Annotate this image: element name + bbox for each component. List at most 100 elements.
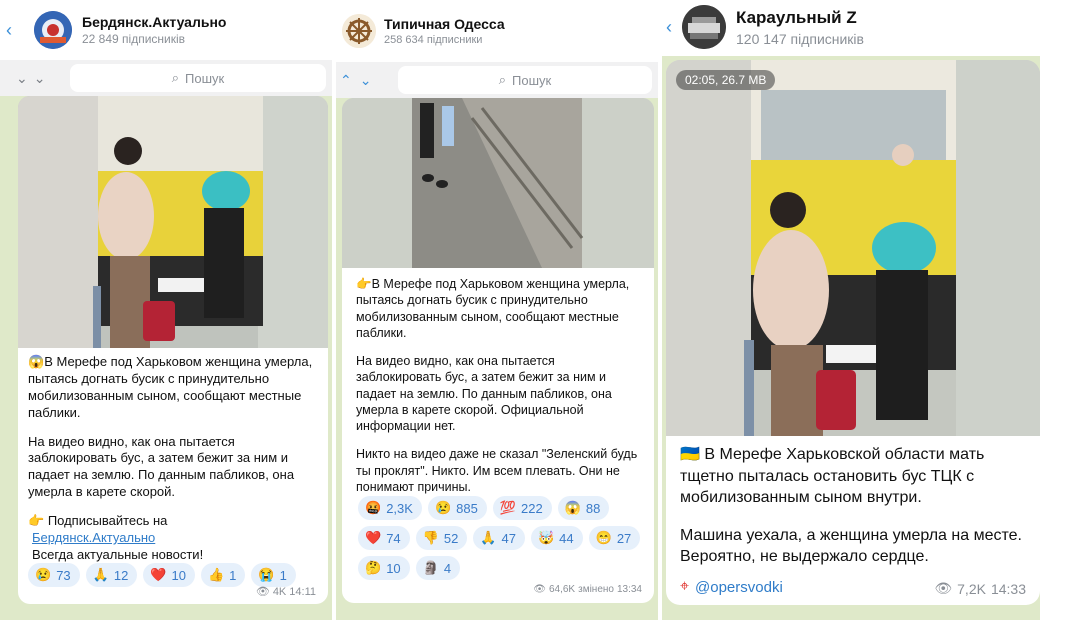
message-bubble[interactable]: 02:05, 26.7 MB 🇺🇦 В Мерефе Харьковской о…	[666, 60, 1040, 605]
reaction-count: 4	[443, 560, 452, 576]
reaction-thumbs-up[interactable]: 👍 1	[200, 563, 246, 587]
reaction-hundred[interactable]: 💯 222	[492, 496, 552, 520]
reaction-thumbs-down[interactable]: 👎 52	[415, 526, 468, 550]
channel-name[interactable]: Типичная Одесса	[384, 16, 505, 32]
channel-name[interactable]: Бердянск.Актуально	[82, 14, 226, 30]
reaction-pray[interactable]: 🙏 47	[473, 526, 525, 550]
channel-avatar[interactable]	[34, 11, 72, 49]
reaction-count: 88	[585, 500, 601, 516]
reaction-count: 885	[456, 500, 478, 516]
message-text: 👉В Мерефе под Харьковом женщина умерла, …	[356, 276, 642, 507]
pointing-hand-icon: 👉	[28, 513, 45, 529]
chevron-down-icon[interactable]: ⌄	[34, 70, 46, 87]
video-thumbnail[interactable]	[18, 96, 328, 348]
channel-panel-odessa: Типичная Одесса 258 634 підписники ⌃ ⌄ ⌕…	[336, 0, 658, 620]
reaction-heart[interactable]: ❤️ 10	[143, 563, 195, 587]
chevron-down-icon[interactable]: ⌄	[360, 72, 372, 89]
message-text: 🇺🇦 В Мерефе Харьковской области мать тще…	[680, 444, 1030, 580]
message-text: 😱В Мерефе под Харьковом женщина умерла, …	[28, 354, 318, 564]
search-icon: ⌕	[498, 72, 507, 87]
reaction-count: 2,3K	[386, 500, 413, 516]
reaction-count: 10	[171, 567, 186, 583]
reaction-mind-blown[interactable]: 🤯 44	[530, 526, 583, 550]
reaction-emoji: 🤔	[365, 560, 382, 575]
reaction-count: 73	[56, 567, 71, 583]
chevron-up-icon[interactable]: ⌄	[16, 70, 28, 87]
message-paragraph-2: Машина уехала, а женщина умерла на месте…	[680, 526, 1022, 566]
video-thumbnail[interactable]	[342, 98, 654, 268]
subscribe-tagline: Всегда актуальные новости!	[32, 546, 204, 562]
view-count: 7,2K	[957, 580, 986, 597]
reaction-crying[interactable]: 😢 885	[427, 496, 487, 520]
reactions-bar: 😢 73 🙏 12 ❤️ 10 👍 1 😭 1	[28, 563, 324, 587]
signature: ⌖ @opersvodki	[680, 578, 783, 596]
message-time: 14:33	[990, 580, 1026, 597]
reaction-emoji: 🙏	[480, 530, 497, 545]
reaction-emoji: 😢	[35, 567, 52, 582]
video-thumbnail[interactable]	[666, 60, 1040, 436]
chat-header: ‹ Бердянск.Актуально 22 849 підписників	[0, 0, 332, 60]
reaction-swearing[interactable]: 🤬 2,3K	[358, 496, 422, 520]
channel-avatar[interactable]	[342, 14, 376, 48]
message-meta: 👁 64,6K змінено 13:34	[533, 584, 642, 595]
reaction-heart[interactable]: ❤️ 74	[358, 526, 410, 550]
reaction-emoji: 💯	[499, 500, 517, 515]
fire-emoji-icon: 😱	[28, 354, 45, 369]
reaction-emoji: 🤬	[365, 500, 382, 515]
message-meta: 👁 7,2K 14:33	[934, 580, 1026, 597]
message-paragraph-2: На видео видно, как она пытается заблоки…	[28, 433, 295, 500]
message-paragraph-1: В Мерефе под Харьковом женщина умерла, п…	[28, 354, 313, 420]
reaction-count: 47	[501, 530, 516, 546]
crosshair-icon: ⌖	[680, 578, 690, 595]
channel-name[interactable]: Караульный Z	[736, 8, 864, 28]
message-time: 13:34	[616, 584, 642, 595]
reaction-emoji: 😱	[564, 500, 581, 515]
reaction-emoji: 🤯	[537, 530, 555, 545]
reaction-count: 44	[559, 530, 574, 546]
channel-link[interactable]: Бердянск.Актуально	[32, 530, 155, 545]
reaction-scream[interactable]: 😱 88	[557, 496, 610, 520]
message-time: 14:11	[289, 585, 316, 598]
reaction-sobbing[interactable]: 😭 1	[251, 563, 296, 587]
chevron-up-icon[interactable]: ⌃	[340, 72, 352, 89]
back-icon[interactable]: ‹	[662, 17, 676, 38]
reaction-thinking[interactable]: 🤔 10	[358, 556, 410, 580]
reaction-emoji: 😢	[434, 500, 452, 515]
channel-panel-karaulny: ‹ Караульный Z 120 147 підписників 02:05…	[662, 0, 1065, 620]
reaction-emoji: 🗿	[422, 560, 439, 575]
reaction-crying[interactable]: 😢 73	[28, 563, 80, 587]
video-info-badge: 02:05, 26.7 MB	[676, 70, 776, 90]
reaction-grin[interactable]: 😁 27	[588, 526, 641, 550]
reaction-pray[interactable]: 🙏 12	[85, 563, 138, 587]
message-paragraph-2: На видео видно, как она пытается заблоки…	[356, 354, 612, 433]
reaction-count: 222	[521, 500, 543, 516]
message-meta: 👁 4K 14:11	[255, 585, 316, 599]
message-bubble[interactable]: 👉В Мерефе под Харьковом женщина умерла, …	[342, 98, 654, 603]
search-bar: ⌄ ⌄ ⌕ Пошук	[0, 60, 332, 96]
search-placeholder: Пошук	[185, 70, 225, 86]
search-input[interactable]: ⌕ Пошук	[70, 64, 326, 92]
search-input[interactable]: ⌕ Пошук	[398, 66, 652, 94]
chat-header: ‹ Караульный Z 120 147 підписників	[662, 0, 1065, 54]
reaction-moai[interactable]: 🗿 4	[415, 556, 461, 580]
search-placeholder: Пошук	[512, 72, 552, 88]
reaction-count: 1	[229, 567, 237, 583]
eye-icon: 👁	[934, 580, 953, 596]
channel-avatar[interactable]	[682, 5, 726, 49]
reactions-bar: 🤬 2,3K 😢 885 💯 222 😱 88 ❤️ 74 👎 52 🙏 47 🤯 44 😁 27…	[358, 496, 648, 580]
reaction-count: 27	[616, 530, 632, 546]
reaction-emoji: ❤️	[150, 567, 167, 582]
view-count: 64,6K	[548, 584, 576, 595]
eye-icon: 👁	[533, 584, 546, 595]
search-bar: ⌃ ⌄ ⌕ Пошук	[336, 62, 658, 98]
eye-icon: 👁	[255, 586, 270, 598]
reaction-count: 52	[443, 530, 459, 546]
back-icon[interactable]: ‹	[2, 20, 16, 41]
reaction-count: 74	[386, 530, 401, 546]
reaction-emoji: 😁	[595, 530, 612, 545]
subscribe-text: Подписывайтесь на	[47, 513, 168, 529]
subscriber-count: 258 634 підписники	[384, 34, 483, 46]
message-paragraph-1: В Мерефе Харьковской области мать тщетно…	[680, 446, 985, 507]
message-bubble[interactable]: 😱В Мерефе под Харьковом женщина умерла, …	[18, 96, 328, 604]
signature-link[interactable]: @opersvodki	[695, 579, 783, 596]
